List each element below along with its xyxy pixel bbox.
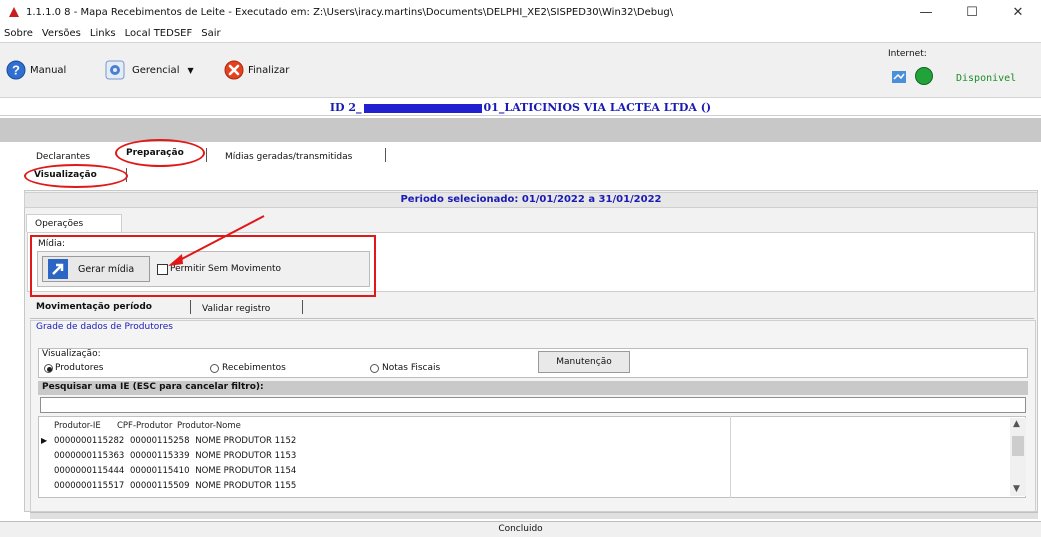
- periodo-selecionado: Periodo selecionado: 01/01/2022 a 31/01/…: [24, 192, 1038, 208]
- scroll-thumb[interactable]: [1012, 436, 1024, 456]
- radio-recebimentos-label[interactable]: Recebimentos: [222, 363, 286, 373]
- cell-cpf-produtor: 00000115258: [130, 436, 190, 446]
- tab-declarantes[interactable]: Declarantes: [36, 152, 90, 162]
- tab-operacoes[interactable]: Operações: [26, 214, 122, 232]
- manual-label: Manual: [30, 64, 67, 76]
- window-title: 1.1.1.0 8 - Mapa Recebimentos de Leite -…: [26, 6, 674, 18]
- cell-cpf-produtor: 00000115339: [130, 451, 190, 461]
- table-row[interactable]: 0000000115517 00000115509 NOME PRODUTOR …: [54, 481, 299, 491]
- cell-produtor-ie: 0000000115282: [54, 436, 125, 446]
- cell-cpf-produtor: 00000115410: [130, 466, 190, 476]
- declarant-id-bar: ID 2_ 01_LATICINIOS VIA LACTEA LTDA (): [0, 99, 1041, 116]
- gerencial-button[interactable]: Gerencial ▼: [104, 60, 194, 80]
- column-header-produtor-ie[interactable]: Produtor-IE: [54, 421, 101, 431]
- radio-produtores-label[interactable]: Produtores: [55, 363, 103, 373]
- menu-versoes[interactable]: Versões: [42, 28, 81, 39]
- radio-recebimentos[interactable]: [210, 364, 219, 373]
- radio-notas-fiscais-label[interactable]: Notas Fiscais: [382, 363, 440, 373]
- menu-links[interactable]: Links: [90, 28, 116, 39]
- search-ie-input[interactable]: [40, 397, 1026, 413]
- menu-sair[interactable]: Sair: [201, 28, 220, 39]
- cell-produtor-nome: NOME PRODUTOR 1154: [195, 466, 297, 476]
- radio-produtores[interactable]: [44, 364, 53, 373]
- internet-status: Disponivel: [956, 73, 1017, 84]
- chevron-down-icon[interactable]: ▼: [187, 66, 193, 75]
- cell-produtor-ie: 0000000115444: [54, 466, 125, 476]
- redacted-block: [363, 103, 482, 113]
- horizontal-scrollbar[interactable]: [30, 512, 1038, 519]
- minimize-button[interactable]: —: [903, 0, 949, 24]
- menu-local-tedsef[interactable]: Local TEDSEF: [125, 28, 193, 39]
- menu-bar: Sobre Versões Links Local TEDSEF Sair: [0, 25, 230, 41]
- title-bar: 1.1.1.0 8 - Mapa Recebimentos de Leite -…: [0, 0, 1041, 24]
- app-icon: [9, 7, 19, 17]
- cell-produtor-nome: NOME PRODUTOR 1153: [195, 451, 297, 461]
- table-row[interactable]: 0000000115363 00000115339 NOME PRODUTOR …: [54, 451, 299, 461]
- cell-cpf-produtor: 00000115509: [130, 481, 190, 491]
- scroll-up-icon[interactable]: ▲: [1013, 419, 1020, 429]
- close-circle-icon: [224, 60, 244, 80]
- help-icon: ?: [6, 60, 26, 80]
- table-row[interactable]: 0000000115444 00000115410 NOME PRODUTOR …: [54, 466, 299, 476]
- tab-midias-geradas[interactable]: Mídias geradas/transmitidas: [225, 152, 352, 162]
- internet-label: Internet:: [888, 49, 927, 59]
- radio-notas-fiscais[interactable]: [370, 364, 379, 373]
- connection-status-led-icon: [915, 67, 933, 85]
- manutencao-button[interactable]: Manutenção: [538, 351, 630, 373]
- network-icon: [892, 71, 906, 83]
- grid-column-edge: [730, 416, 731, 498]
- tab-movimentacao-periodo[interactable]: Movimentação período: [36, 302, 152, 312]
- svg-text:?: ?: [12, 63, 20, 78]
- cell-produtor-ie: 0000000115517: [54, 481, 125, 491]
- gerencial-label: Gerencial: [132, 64, 180, 76]
- manual-button[interactable]: ? Manual: [6, 60, 66, 80]
- tab-validar-registro[interactable]: Validar registro: [202, 304, 270, 314]
- table-vertical-scrollbar[interactable]: ▲ ▼: [1010, 418, 1026, 496]
- subtabs-divider: [30, 318, 1034, 319]
- cell-produtor-nome: NOME PRODUTOR 1152: [195, 436, 297, 446]
- current-row-indicator-icon: ▶: [41, 436, 48, 445]
- status-bar: Concluido: [0, 521, 1041, 537]
- tab-separator: [190, 300, 191, 314]
- menu-sobre[interactable]: Sobre: [4, 28, 33, 39]
- close-button[interactable]: ✕: [995, 0, 1041, 24]
- tab-separator: [302, 300, 303, 314]
- column-header-produtor-nome[interactable]: Produtor-Nome: [177, 421, 241, 431]
- gear-icon: [105, 60, 125, 80]
- finalizar-label: Finalizar: [248, 64, 290, 76]
- highlight-box-midia: [30, 235, 376, 297]
- tab-separator: [385, 148, 386, 162]
- visualizacao-radio-group: [38, 348, 1028, 378]
- grade-label: Grade de dados de Produtores: [36, 322, 173, 332]
- column-header-cpf-produtor[interactable]: CPF-Produtor: [117, 421, 172, 431]
- cell-produtor-ie: 0000000115363: [54, 451, 125, 461]
- search-label: Pesquisar uma IE (ESC para cancelar filt…: [38, 381, 1028, 395]
- visualizacao-label: Visualização:: [42, 349, 101, 359]
- declarant-id-prefix: ID 2_: [329, 101, 362, 114]
- cell-produtor-nome: NOME PRODUTOR 1155: [195, 481, 297, 491]
- highlight-oval-preparacao: [115, 139, 205, 167]
- table-row[interactable]: 0000000115282 00000115258 NOME PRODUTOR …: [54, 436, 299, 446]
- scroll-down-icon[interactable]: ▼: [1013, 484, 1020, 494]
- toolbar: ? Manual Gerencial ▼ Finalizar Internet:…: [0, 42, 1041, 98]
- finalizar-button[interactable]: Finalizar: [224, 60, 289, 80]
- highlight-oval-visualizacao: [24, 164, 128, 188]
- internet-status-panel: Internet: Disponivel: [888, 49, 1040, 91]
- tab-separator: [206, 148, 207, 162]
- declarant-name: 01_LATICINIOS VIA LACTEA LTDA (): [483, 101, 712, 114]
- maximize-button[interactable]: ☐: [949, 0, 995, 24]
